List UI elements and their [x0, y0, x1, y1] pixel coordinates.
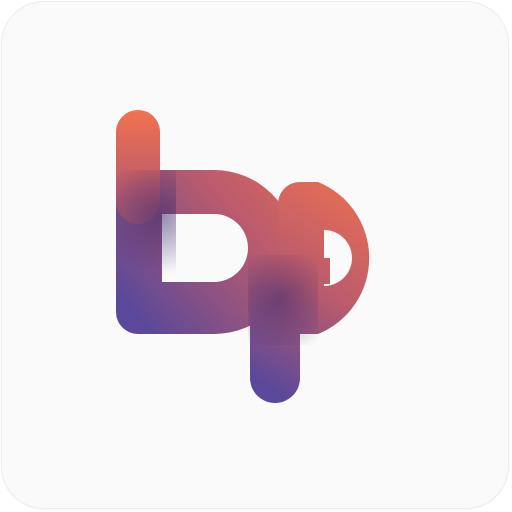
app-icon-canvas: bp [0, 0, 512, 512]
bp-logo-icon [116, 110, 370, 403]
letter-p-fold-shadow [248, 255, 318, 345]
letter-b-fold-shadow [116, 170, 176, 290]
